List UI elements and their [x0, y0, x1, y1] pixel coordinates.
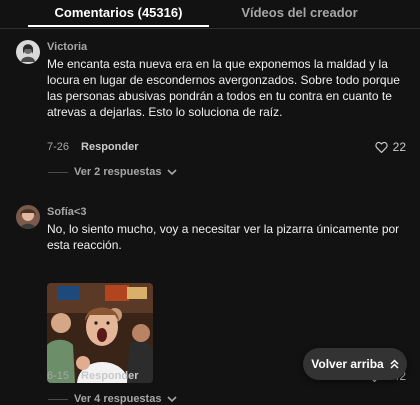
comment-username[interactable]: Victoria [47, 40, 417, 54]
comment-username[interactable]: Sofía<3 [47, 205, 417, 219]
chevron-down-icon [167, 395, 178, 402]
view-replies-button[interactable]: Ver 4 respuestas [48, 393, 178, 405]
comment-meta: 7-26 Responder [47, 140, 139, 154]
tab-comments[interactable]: Comentarios (45316) [28, 0, 209, 27]
heart-icon [374, 141, 388, 153]
reply-button[interactable]: Responder [81, 370, 138, 382]
like-count: 22 [392, 140, 406, 154]
back-to-top-button[interactable]: Volver arriba [303, 348, 407, 380]
double-chevron-up-icon [390, 359, 399, 369]
like-button[interactable]: 22 [374, 140, 406, 154]
view-replies-label: Ver 2 respuestas [74, 166, 162, 178]
comment-meta: 6-15 Responder [47, 369, 139, 383]
comment-date: 7-26 [47, 141, 70, 153]
reply-button[interactable]: Responder [81, 141, 138, 153]
view-replies-label: Ver 4 respuestas [74, 393, 162, 405]
chevron-down-icon [167, 168, 178, 175]
avatar[interactable] [16, 40, 40, 64]
avatar[interactable] [16, 205, 40, 229]
comment-image[interactable] [47, 283, 153, 383]
back-to-top-label: Volver arriba [311, 357, 384, 371]
divider [48, 398, 68, 400]
comment-date: 6-15 [47, 370, 70, 382]
comment-text: No, lo siento mucho, voy a necesitar ver… [47, 222, 400, 252]
view-replies-button[interactable]: Ver 2 respuestas [48, 166, 178, 178]
divider [48, 171, 68, 173]
comments-tabs: Comentarios (45316) Vídeos del creador [0, 0, 420, 29]
tab-creator-videos[interactable]: Vídeos del creador [209, 0, 390, 27]
comment-text: Me encanta esta nueva era en la que expo… [47, 57, 400, 119]
